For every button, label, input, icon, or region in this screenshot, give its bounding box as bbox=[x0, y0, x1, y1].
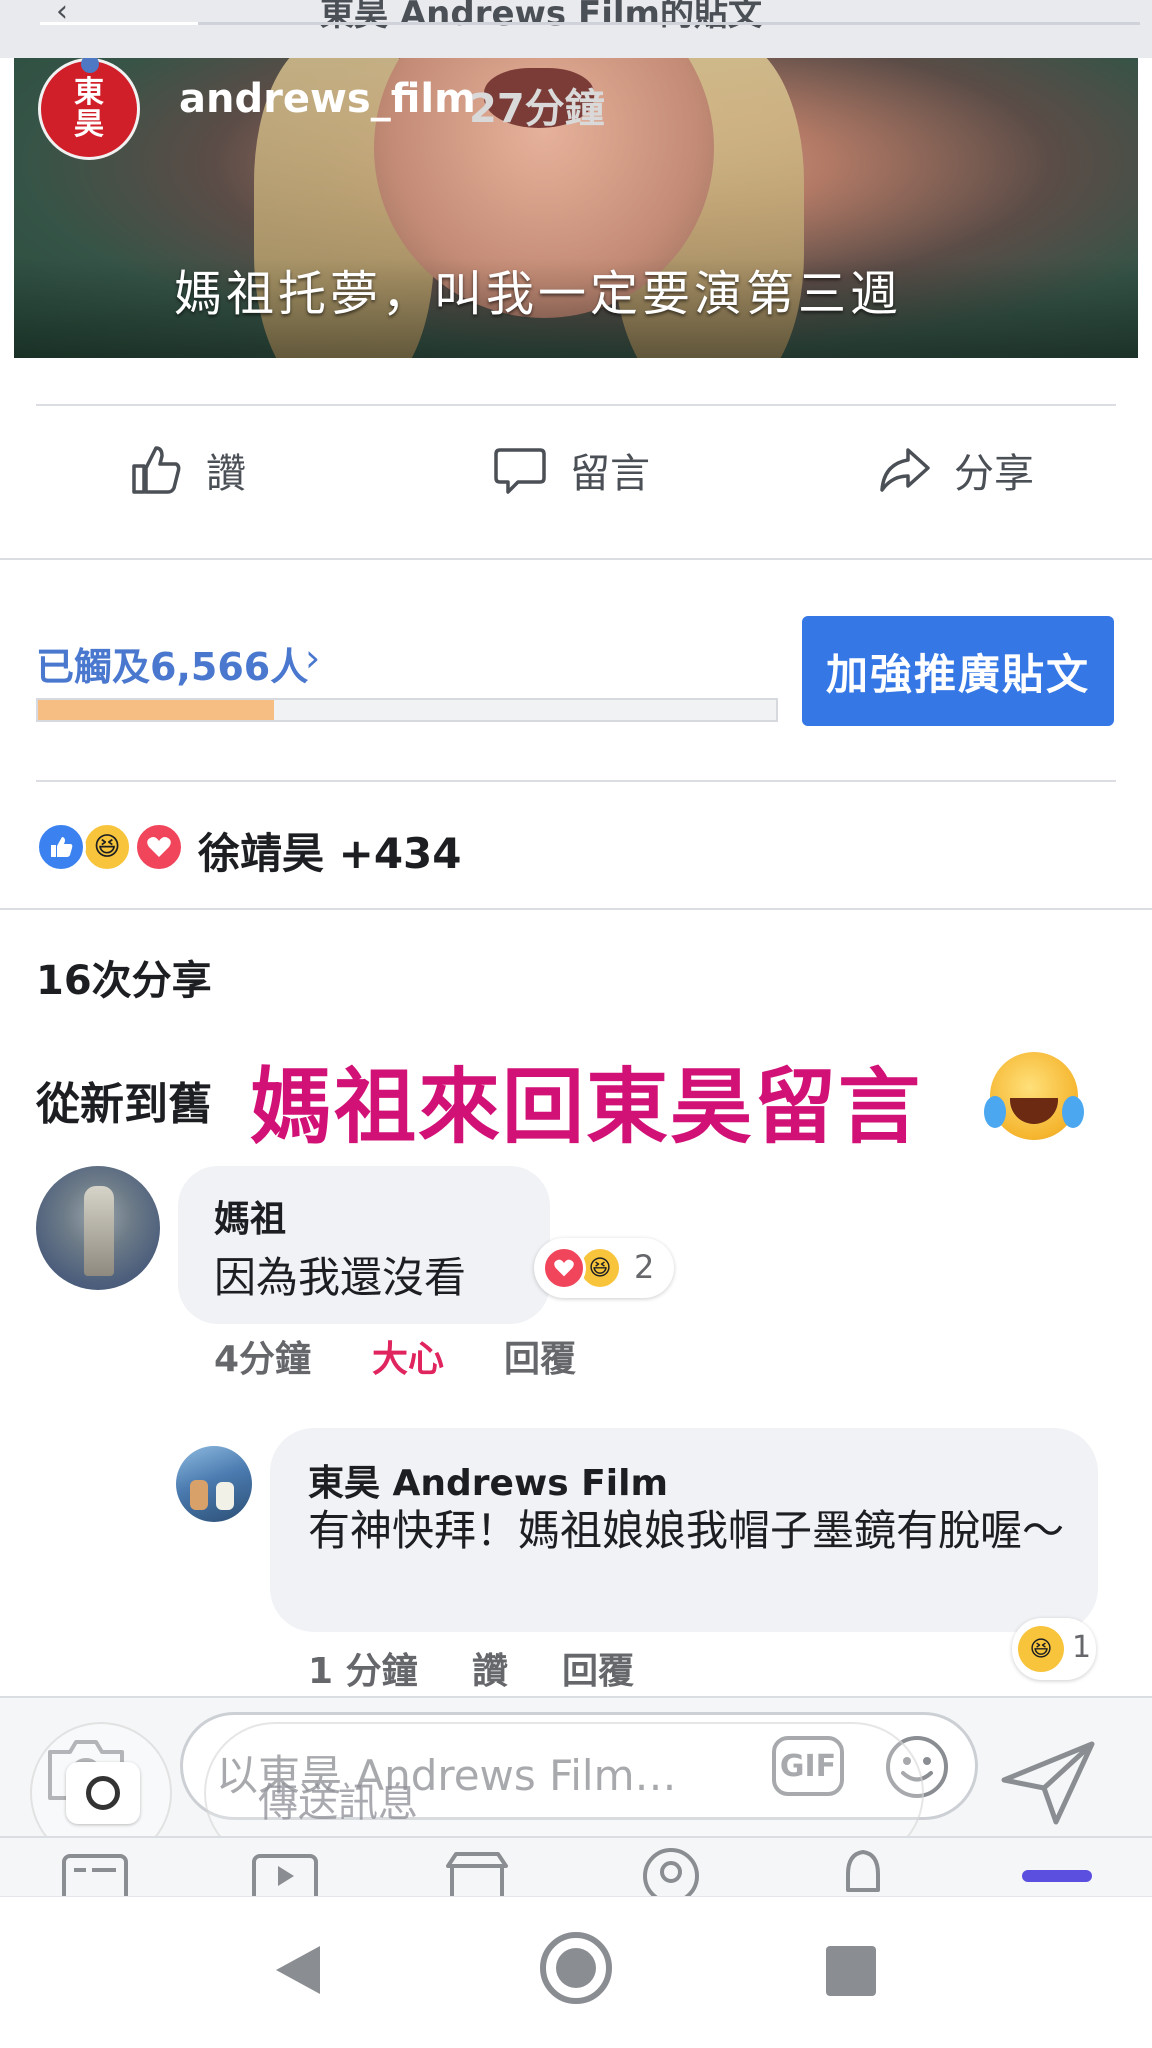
comment-text: 因為我還沒看 bbox=[214, 1253, 467, 1302]
reaction-count: 1 bbox=[1072, 1630, 1092, 1665]
reply-author[interactable]: 東昊 Andrews Film bbox=[308, 1454, 668, 1506]
share-count[interactable]: 16次分享 bbox=[36, 948, 212, 1006]
section-divider bbox=[0, 908, 1152, 910]
comment-author[interactable]: 媽祖 bbox=[214, 1190, 286, 1242]
tab-marketplace[interactable] bbox=[442, 1846, 512, 1896]
reply-button[interactable]: 回覆 bbox=[504, 1330, 576, 1382]
commenter-avatar[interactable] bbox=[36, 1166, 160, 1290]
page-avatar[interactable] bbox=[176, 1446, 252, 1522]
reach-progress-bar bbox=[36, 698, 778, 722]
love-reaction-icon bbox=[134, 822, 184, 872]
send-icon[interactable] bbox=[996, 1730, 1100, 1830]
top-header: ‹ 東昊 Andrews Film的貼文 bbox=[0, 0, 1152, 58]
tab-groups[interactable] bbox=[636, 1846, 706, 1896]
tab-notifications[interactable] bbox=[828, 1846, 898, 1896]
reply-reply-button[interactable]: 回覆 bbox=[562, 1642, 634, 1694]
boost-post-button[interactable]: 加強推廣貼文 bbox=[802, 616, 1114, 726]
thumbs-up-icon bbox=[132, 446, 181, 494]
share-label: 分享 bbox=[954, 451, 1034, 497]
avatar-logo-text: 東 昊 bbox=[74, 75, 104, 142]
reach-link[interactable]: 已觸及6,566人 bbox=[36, 636, 308, 691]
floating-message-placeholder[interactable]: 傳送訊息 bbox=[258, 1770, 418, 1828]
system-recents-icon[interactable] bbox=[826, 1946, 876, 1996]
reply-time: 1 分鐘 bbox=[308, 1651, 418, 1692]
story-time: 27分鐘 bbox=[469, 86, 605, 132]
divider bbox=[36, 404, 1116, 406]
comment-bubble-icon bbox=[494, 448, 546, 494]
reply-reactions[interactable]: 😆 1 bbox=[1012, 1618, 1096, 1680]
story-avatar[interactable]: 東 昊 bbox=[38, 58, 140, 160]
love-reaction-icon bbox=[542, 1246, 586, 1290]
comment-button[interactable]: 留言 bbox=[492, 430, 650, 510]
tab-watch[interactable] bbox=[250, 1846, 320, 1896]
comment-reaction-button[interactable]: 大心 bbox=[372, 1330, 444, 1382]
section-divider bbox=[0, 558, 1152, 560]
reach-progress-fill bbox=[38, 700, 275, 720]
haha-reaction-icon: 😆 bbox=[1018, 1626, 1064, 1672]
groups-icon bbox=[643, 1848, 699, 1896]
like-reaction-icon bbox=[36, 822, 86, 872]
reaction-count: 2 bbox=[634, 1248, 655, 1286]
story-progress-track bbox=[40, 22, 1140, 25]
post-actions: 讚 留言 分享 bbox=[0, 430, 1152, 510]
system-back-icon[interactable] bbox=[270, 1940, 326, 2000]
story-video[interactable]: 東 昊 andrews_film 27分鐘 媽祖托夢，叫我一定要演第三週 bbox=[14, 58, 1138, 358]
camera-icon bbox=[66, 1762, 140, 1824]
comment-label: 留言 bbox=[570, 451, 650, 497]
story-progress-segment bbox=[40, 22, 198, 25]
reply-text: 有神快拜！媽祖娘娘我帽子墨鏡有脫喔～ bbox=[308, 1506, 1065, 1555]
chevron-right-icon[interactable]: › bbox=[305, 636, 320, 680]
news-feed-icon bbox=[62, 1854, 128, 1896]
active-tab-indicator bbox=[1022, 1870, 1092, 1882]
video-subtitle: 媽祖托夢，叫我一定要演第三週 bbox=[174, 266, 903, 322]
reaction-summary[interactable]: 徐靖昊 +434 bbox=[198, 820, 462, 881]
like-label: 讚 bbox=[206, 451, 246, 497]
like-button[interactable]: 讚 bbox=[128, 430, 246, 510]
share-button[interactable]: 分享 bbox=[876, 430, 1034, 510]
marketplace-icon bbox=[446, 1852, 508, 1896]
divider bbox=[36, 780, 1116, 782]
more-vertical-icon[interactable] bbox=[844, 1766, 852, 1818]
comment-sort-label[interactable]: 從新到舊 bbox=[36, 1068, 212, 1132]
tears-of-joy-emoji-icon bbox=[984, 1052, 1084, 1140]
comment-time: 4分鐘 bbox=[214, 1339, 312, 1380]
story-username[interactable]: andrews_film bbox=[179, 76, 476, 122]
share-arrow-icon bbox=[880, 448, 930, 492]
bottom-tab-bar bbox=[0, 1836, 1152, 1896]
overlay-caption: 媽祖來回東昊留言 bbox=[250, 1060, 923, 1155]
tab-news-feed[interactable] bbox=[60, 1846, 130, 1896]
page-title: 東昊 Andrews Film的貼文 bbox=[320, 0, 762, 34]
comment-reactions[interactable]: 😆 2 bbox=[534, 1238, 674, 1298]
haha-reaction-icon: 😆 bbox=[82, 822, 132, 872]
video-play-icon bbox=[252, 1854, 318, 1896]
bell-icon bbox=[846, 1850, 880, 1892]
avatar-dot-icon bbox=[81, 58, 99, 73]
system-home-icon[interactable] bbox=[540, 1932, 612, 2004]
reply-like-button[interactable]: 讚 bbox=[472, 1642, 508, 1694]
